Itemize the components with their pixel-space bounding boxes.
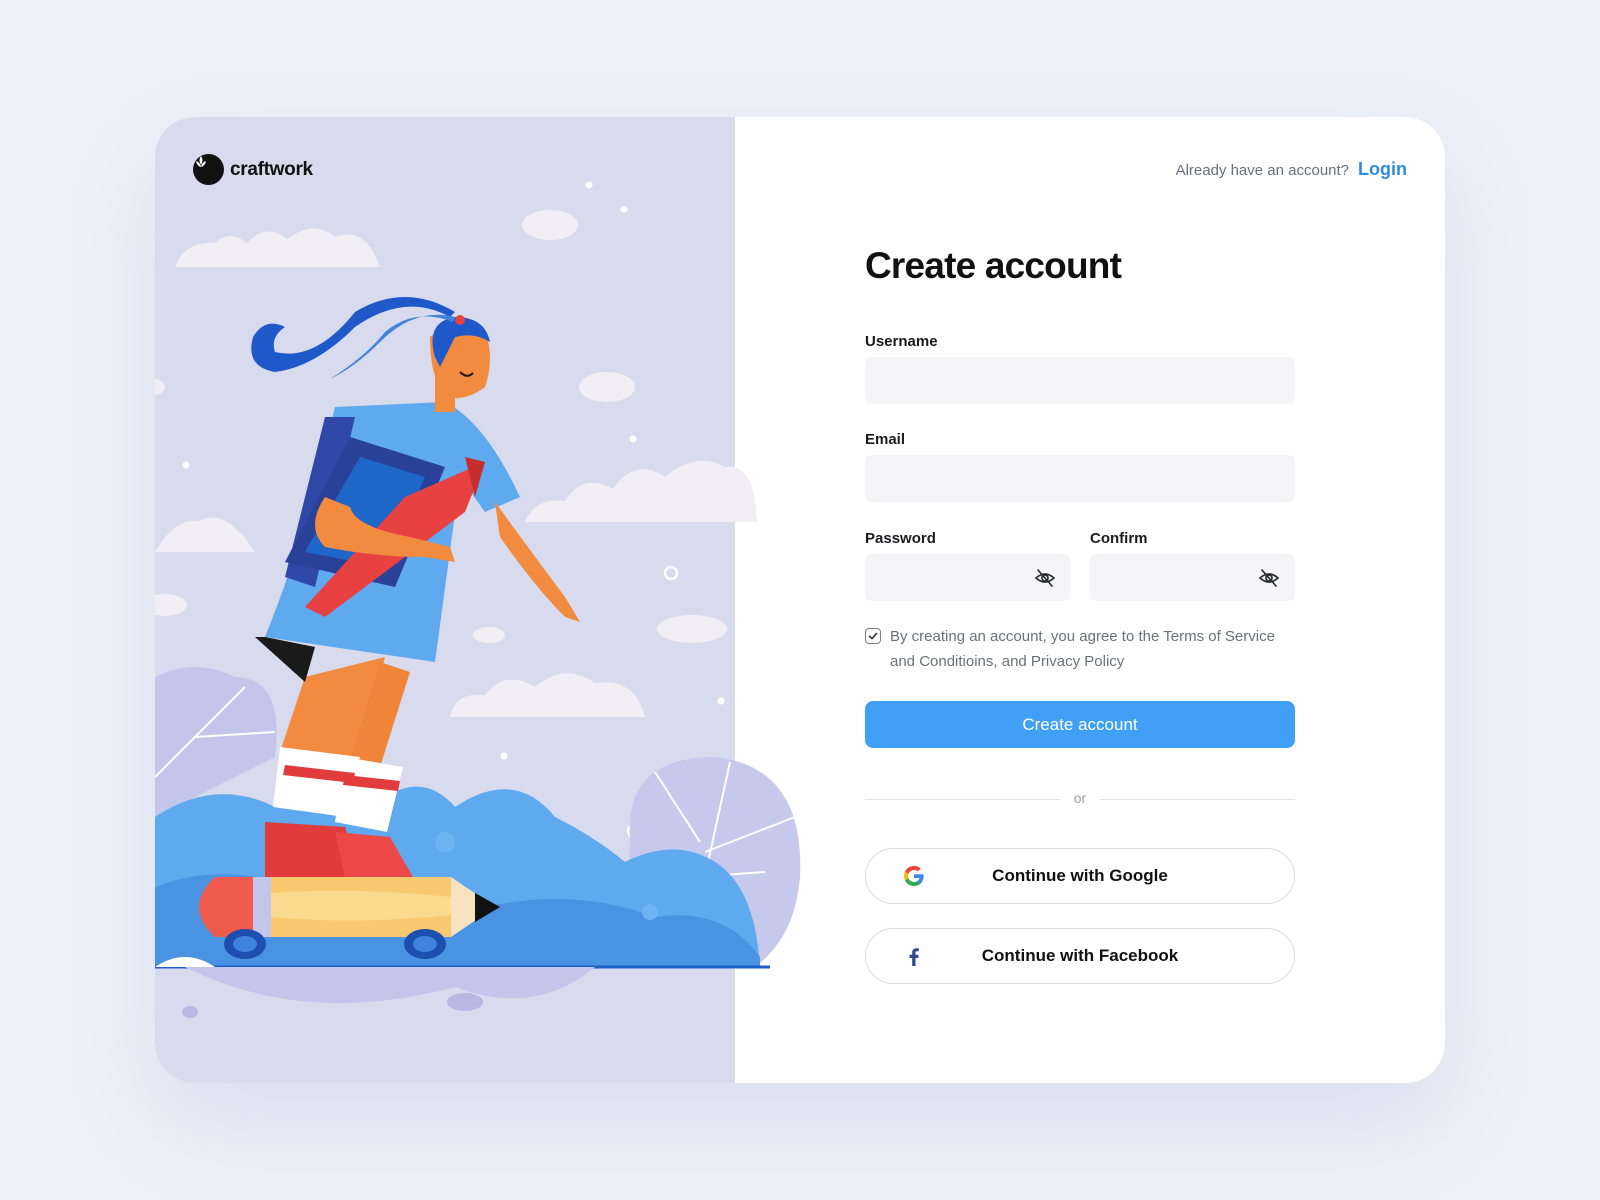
illustration-panel: craftwork — [155, 117, 801, 1083]
page-title: Create account — [865, 245, 1122, 286]
eye-off-icon[interactable] — [1034, 567, 1056, 589]
terms-agreement: By creating an account, you agree to the… — [865, 627, 1295, 674]
username-label: Username — [865, 333, 938, 350]
or-divider: or — [865, 790, 1295, 806]
login-link[interactable]: Login — [1358, 159, 1407, 180]
password-label: Password — [865, 530, 936, 547]
email-label: Email — [865, 431, 906, 448]
signup-card: craftwork Already have an account? Login… — [155, 117, 1445, 1083]
username-input[interactable] — [865, 357, 1295, 404]
email-input[interactable] — [865, 455, 1295, 502]
login-question: Already have an account? — [1175, 162, 1350, 179]
google-signin-button[interactable]: Continue with Google — [865, 848, 1295, 904]
create-account-button[interactable]: Create account — [865, 701, 1295, 748]
eye-off-icon[interactable] — [1258, 567, 1280, 589]
terms-text: By creating an account, you agree to the… — [890, 628, 1275, 670]
confirm-label: Confirm — [1090, 530, 1148, 547]
brand-logo[interactable]: craftwork — [193, 154, 313, 185]
google-label: Continue with Google — [992, 866, 1168, 885]
facebook-label: Continue with Facebook — [981, 946, 1179, 965]
brand-name: craftwork — [230, 158, 313, 180]
checkmark-icon — [868, 632, 878, 640]
terms-checkbox[interactable] — [865, 628, 881, 644]
divider-text: or — [1073, 790, 1087, 806]
leaf-icon — [193, 154, 224, 185]
facebook-signin-button[interactable]: Continue with Facebook — [865, 928, 1295, 984]
login-prompt: Already have an account? Login — [1176, 159, 1407, 180]
skater-illustration — [155, 181, 801, 1018]
